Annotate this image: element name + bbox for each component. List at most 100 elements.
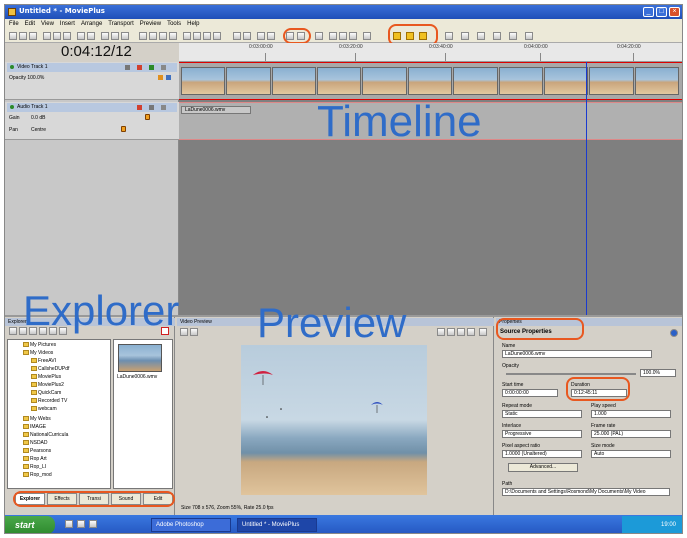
menu-transport[interactable]: Transport: [108, 21, 133, 27]
mute-icon[interactable]: [493, 32, 501, 40]
tree-item[interactable]: QuickCam: [31, 390, 61, 396]
pan-slider-handle[interactable]: [121, 126, 126, 132]
ripple-icon[interactable]: [193, 32, 201, 40]
time-ruler[interactable]: 0:03:00:00 0:03:20:00 0:03:40:00 0:04:00…: [179, 43, 682, 62]
back-icon[interactable]: [9, 327, 17, 335]
quicklaunch-icon[interactable]: [77, 520, 85, 528]
import-icon[interactable]: [101, 32, 109, 40]
tree-item[interactable]: Recorded TV: [31, 398, 67, 404]
aspect-ratio-select[interactable]: 1.0000 (Unaltered): [502, 450, 582, 458]
toggle-icon[interactable]: [257, 32, 265, 40]
name-field[interactable]: LaDune0006.wmv: [502, 350, 652, 358]
fullscreen-icon[interactable]: [525, 32, 533, 40]
tree-item[interactable]: My Videos: [23, 350, 53, 356]
tree-item[interactable]: IMAGE: [23, 424, 46, 430]
group-icon[interactable]: [203, 32, 211, 40]
paste-icon[interactable]: [63, 32, 71, 40]
repeat-mode-select[interactable]: Static: [502, 410, 582, 418]
menu-edit[interactable]: Edit: [25, 21, 35, 27]
export-icon[interactable]: [111, 32, 119, 40]
close-button[interactable]: ×: [669, 7, 680, 17]
video-track-header[interactable]: Video Track 1 Opacity 100.0%: [5, 62, 179, 100]
prev-frame-icon[interactable]: [329, 32, 337, 40]
task-photoshop[interactable]: Adobe Photoshop: [151, 518, 231, 532]
visibility-icon[interactable]: [149, 65, 154, 70]
volume-icon[interactable]: [509, 32, 517, 40]
opacity-slider-track[interactable]: [506, 373, 636, 375]
menu-view[interactable]: View: [41, 21, 54, 27]
marker-icon[interactable]: [169, 32, 177, 40]
track-add-icon[interactable]: [233, 32, 241, 40]
minimize-button[interactable]: _: [643, 7, 654, 17]
play-speed-field[interactable]: 1.000: [591, 410, 671, 418]
settings-icon[interactable]: [479, 328, 487, 336]
quicklaunch-icon[interactable]: [89, 520, 97, 528]
goto-start-icon[interactable]: [445, 32, 453, 40]
interlace-select[interactable]: Progressive: [502, 430, 582, 438]
tree-item[interactable]: NSDAD: [23, 440, 48, 446]
tree-item[interactable]: Rop_mod: [23, 472, 52, 478]
lock-track-icon[interactable]: [161, 105, 166, 110]
split-tool-icon[interactable]: [159, 32, 167, 40]
trim-tool-icon[interactable]: [149, 32, 157, 40]
video-track-name-row[interactable]: Video Track 1: [7, 63, 177, 72]
tree-item[interactable]: FreeAVI: [31, 358, 56, 364]
folder-tree[interactable]: My Pictures My Videos FreeAVI CallsheDUP…: [7, 339, 111, 489]
tree-item[interactable]: webcam: [31, 406, 57, 412]
menu-tools[interactable]: Tools: [167, 21, 181, 27]
new-icon[interactable]: [9, 32, 17, 40]
preview-zoom-in-icon[interactable]: [437, 328, 445, 336]
maximize-button[interactable]: □: [656, 7, 667, 17]
start-button[interactable]: start: [5, 516, 55, 533]
tree-item[interactable]: CallsheDUPdf: [31, 366, 69, 372]
menu-arrange[interactable]: Arrange: [81, 21, 102, 27]
preview-zoom-out-icon[interactable]: [447, 328, 455, 336]
render-icon[interactable]: [121, 32, 129, 40]
advanced-button[interactable]: Advanced...: [508, 463, 578, 472]
fast-forward-icon[interactable]: [363, 32, 371, 40]
goto-end-icon[interactable]: [461, 32, 469, 40]
audio-track-header[interactable]: Audio Track 1 Gain 0.0 dB Pan Centre: [5, 102, 179, 140]
ungroup-icon[interactable]: [213, 32, 221, 40]
prev-marker-icon[interactable]: [315, 32, 323, 40]
size-mode-select[interactable]: Auto: [591, 450, 671, 458]
copy-icon[interactable]: [53, 32, 61, 40]
snap-icon[interactable]: [183, 32, 191, 40]
file-list[interactable]: LaDune0006.wmv: [113, 339, 173, 489]
path-field[interactable]: D:\Documents and Settings\Rosmond\My Doc…: [502, 488, 670, 496]
open-icon[interactable]: [19, 32, 27, 40]
tree-item[interactable]: NationalCurricula: [23, 432, 68, 438]
record-track-icon[interactable]: [137, 105, 142, 110]
preview-zoom-icon[interactable]: [190, 328, 198, 336]
lock-icon[interactable]: [267, 32, 275, 40]
record-icon[interactable]: [477, 32, 485, 40]
tree-item[interactable]: My Pictures: [23, 342, 56, 348]
select-tool-icon[interactable]: [139, 32, 147, 40]
tree-item[interactable]: Rop Art: [23, 456, 47, 462]
video-clip[interactable]: [181, 67, 680, 95]
frame-rate-select[interactable]: 25.000 (PAL): [591, 430, 671, 438]
tree-item[interactable]: Rop_LI: [23, 464, 46, 470]
speaker-icon[interactable]: [149, 105, 154, 110]
menu-insert[interactable]: Insert: [60, 21, 75, 27]
quicklaunch-icon[interactable]: [65, 520, 73, 528]
safe-area-icon[interactable]: [467, 328, 475, 336]
tree-item[interactable]: MoviePlus2: [31, 382, 64, 388]
task-movieplus[interactable]: Untitled * - MoviePlus: [237, 518, 317, 532]
gain-slider-handle[interactable]: [145, 114, 150, 120]
preview-screen[interactable]: [241, 345, 427, 495]
snapshot-icon[interactable]: [180, 328, 188, 336]
help-icon[interactable]: [670, 329, 678, 337]
track-remove-icon[interactable]: [243, 32, 251, 40]
undo-icon[interactable]: [77, 32, 85, 40]
cut-icon[interactable]: [43, 32, 51, 40]
tree-item[interactable]: Pearsons: [23, 448, 51, 454]
tree-item[interactable]: MoviePlus: [31, 374, 61, 380]
track-enabled-icon[interactable]: [10, 105, 14, 109]
audio-track-name-row[interactable]: Audio Track 1: [7, 103, 177, 112]
menu-help[interactable]: Help: [187, 21, 199, 27]
file-thumbnail[interactable]: [118, 344, 162, 372]
start-time-field[interactable]: 0:00:00:00: [502, 389, 558, 397]
playhead[interactable]: [586, 62, 587, 315]
redo-icon[interactable]: [87, 32, 95, 40]
